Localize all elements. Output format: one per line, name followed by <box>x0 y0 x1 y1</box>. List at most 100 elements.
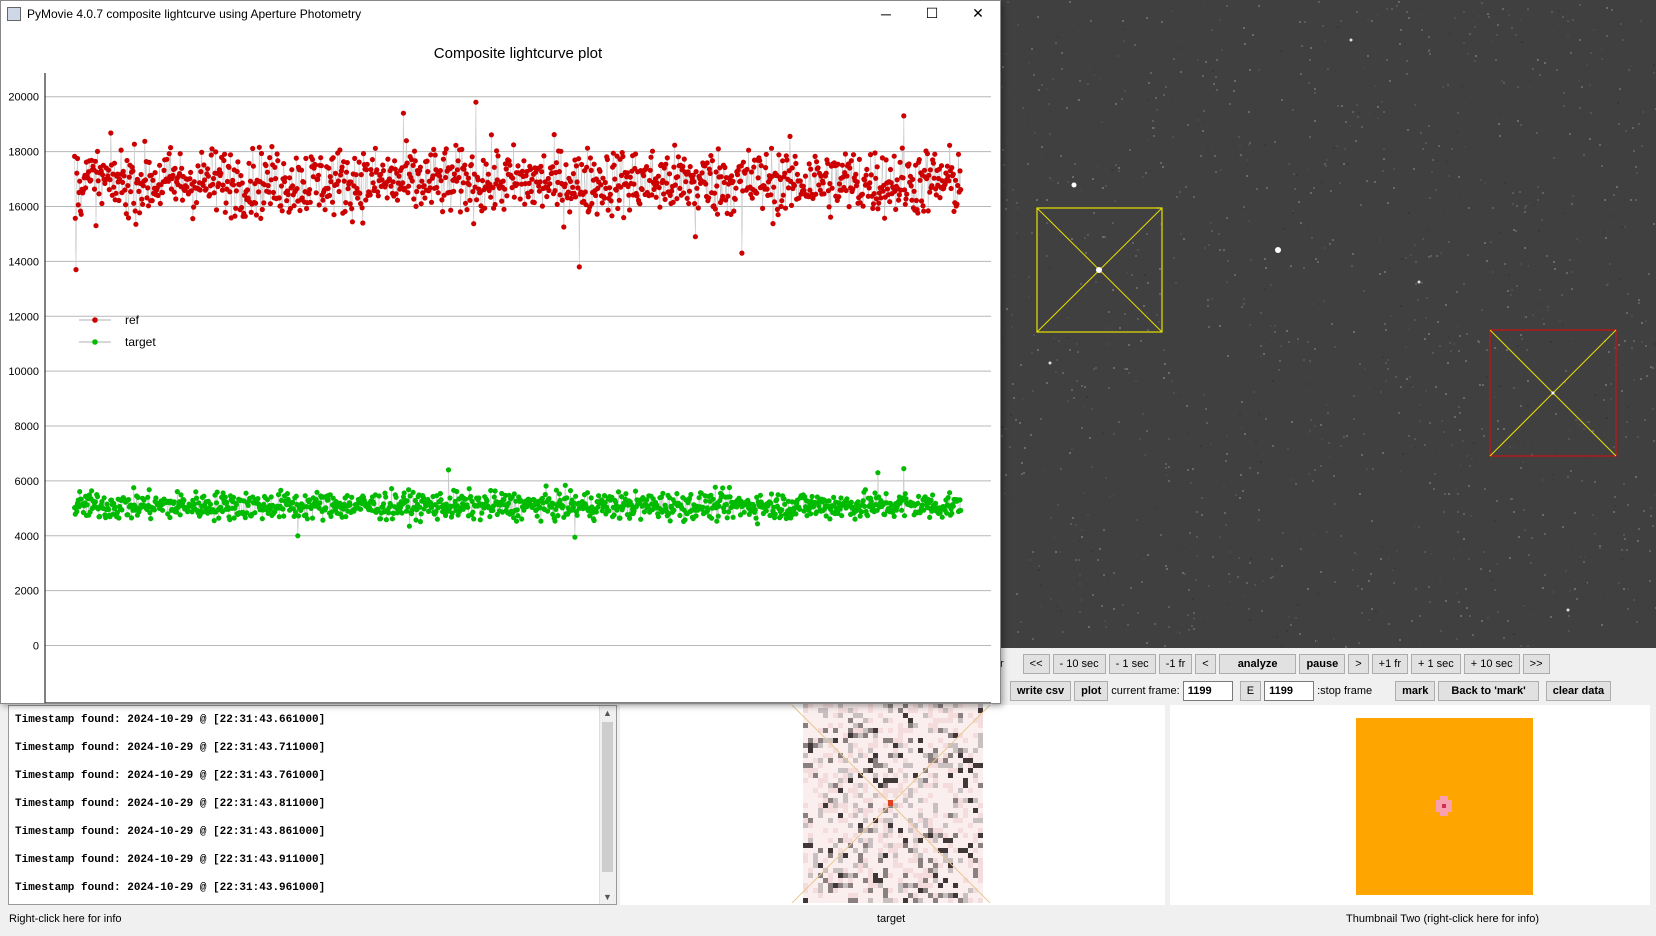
stop-frame-field[interactable]: 1199 <box>1264 681 1315 701</box>
data-point <box>401 490 407 496</box>
thumbnail-two[interactable] <box>1356 718 1533 895</box>
title-bar[interactable]: PyMovie 4.0.7 composite lightcurve using… <box>1 1 1000 26</box>
data-point <box>167 514 173 521</box>
data-point <box>315 172 322 178</box>
thumbnail-one[interactable] <box>791 703 992 904</box>
back-1-sec-button[interactable]: - 1 sec <box>1108 654 1156 674</box>
forward-10-sec-button[interactable]: + 10 sec <box>1463 654 1520 674</box>
write-csv-button[interactable]: write csv <box>1010 681 1072 701</box>
data-point <box>848 158 854 164</box>
data-point <box>248 209 254 215</box>
data-point <box>550 164 556 170</box>
status-middle[interactable]: target <box>877 913 905 925</box>
step-back-button[interactable]: < <box>1195 654 1216 674</box>
data-point <box>203 186 209 192</box>
log-panel[interactable]: Timestamp found: 2024-10-29 @ [22:31:43.… <box>8 705 617 905</box>
data-point <box>525 194 531 200</box>
jump-start-button[interactable]: << <box>1022 654 1050 674</box>
data-point <box>772 511 778 517</box>
data-point <box>784 157 790 163</box>
aperture-yellow[interactable] <box>1036 207 1163 333</box>
e-button[interactable]: E <box>1239 681 1262 701</box>
data-point <box>695 193 701 199</box>
aperture-red[interactable] <box>1489 329 1617 457</box>
data-point <box>304 205 310 212</box>
data-point <box>418 511 424 517</box>
star-field-image[interactable] <box>1000 0 1656 648</box>
data-point <box>674 491 680 497</box>
data-point <box>726 509 732 515</box>
data-point <box>902 201 908 207</box>
data-point <box>320 197 326 203</box>
data-point <box>531 199 537 206</box>
pause-button[interactable]: pause <box>1299 654 1346 674</box>
data-point <box>567 178 574 184</box>
status-left[interactable]: Right-click here for info <box>9 913 122 925</box>
current-frame-field[interactable]: 1199 <box>1182 681 1233 701</box>
data-point <box>440 156 446 162</box>
data-point <box>266 189 272 195</box>
data-point <box>706 195 712 201</box>
forward-1-sec-button[interactable]: + 1 sec <box>1411 654 1461 674</box>
data-point <box>860 203 866 209</box>
data-point <box>821 191 827 197</box>
back-1-frame-button[interactable]: -1 fr <box>1158 654 1193 674</box>
data-point <box>227 189 233 195</box>
lightcurve-window[interactable]: PyMovie 4.0.7 composite lightcurve using… <box>0 0 1001 724</box>
data-point <box>542 491 548 498</box>
jump-end-button[interactable]: >> <box>1522 654 1550 674</box>
data-point <box>507 162 513 168</box>
data-point <box>341 178 347 184</box>
y-tick-label: 4000 <box>15 531 39 543</box>
data-point <box>404 160 410 166</box>
minimize-icon[interactable]: ─ <box>863 1 909 26</box>
maximize-icon[interactable]: ☐ <box>909 1 955 26</box>
status-right[interactable]: Thumbnail Two (right-click here for info… <box>1346 913 1539 925</box>
log-scrollbar[interactable]: ▲ ▼ <box>599 706 616 904</box>
data-point <box>284 198 290 204</box>
back-10-sec-button[interactable]: - 10 sec <box>1052 654 1106 674</box>
data-point <box>473 99 479 105</box>
close-icon[interactable]: ✕ <box>955 1 1001 26</box>
data-point <box>246 160 252 166</box>
scroll-up-icon[interactable]: ▲ <box>603 708 612 718</box>
data-point <box>93 223 99 229</box>
data-point <box>692 201 698 207</box>
back-to-mark-button[interactable]: Back to 'mark' <box>1438 681 1539 701</box>
data-point <box>396 173 402 179</box>
data-point <box>327 174 333 180</box>
data-point <box>564 495 570 501</box>
data-point <box>927 514 933 520</box>
mark-button[interactable]: mark <box>1395 681 1436 701</box>
data-point <box>111 160 118 166</box>
data-point <box>838 495 844 501</box>
data-point <box>768 145 775 151</box>
analyze-button[interactable]: analyze <box>1218 654 1297 674</box>
data-point <box>368 167 374 173</box>
plot-button[interactable]: plot <box>1074 681 1109 701</box>
data-point <box>677 185 683 191</box>
data-point <box>191 501 197 507</box>
clear-data-button[interactable]: clear data <box>1545 681 1612 701</box>
data-point <box>106 187 112 193</box>
scroll-thumb[interactable] <box>602 722 613 872</box>
data-point <box>621 215 627 221</box>
forward-1-frame-button[interactable]: +1 fr <box>1371 654 1408 674</box>
data-point <box>213 149 219 155</box>
data-point <box>740 159 747 165</box>
plot-area[interactable]: Composite lightcurve plot 0 2000 4000 6000 80… <box>1 27 1000 724</box>
data-point <box>792 153 798 159</box>
data-point <box>844 173 850 179</box>
scroll-down-icon[interactable]: ▼ <box>603 892 612 902</box>
data-point <box>353 172 359 178</box>
data-point <box>118 147 124 153</box>
data-point <box>537 179 543 185</box>
data-point <box>715 513 721 519</box>
data-point <box>607 185 613 191</box>
step-forward-button[interactable]: > <box>1348 654 1369 674</box>
star <box>1275 247 1281 253</box>
data-point <box>538 163 544 169</box>
data-point <box>587 155 594 161</box>
data-point <box>683 179 689 185</box>
data-point <box>352 155 358 161</box>
